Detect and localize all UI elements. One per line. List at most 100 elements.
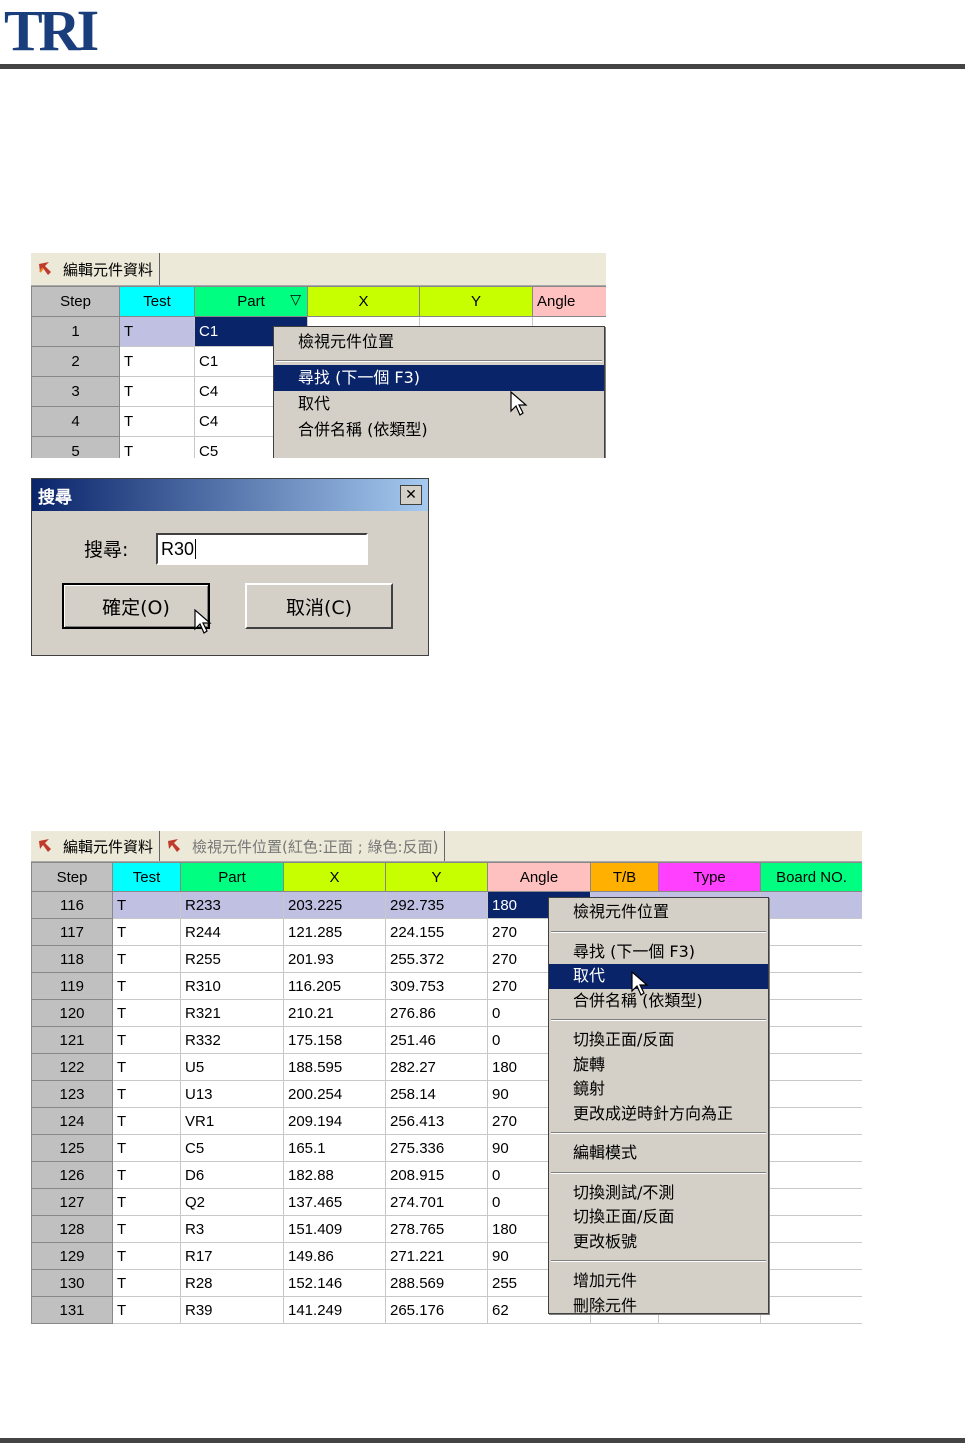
cell-x[interactable]: 182.88: [283, 1161, 386, 1189]
col-header[interactable]: Y: [385, 862, 488, 892]
cell-empty[interactable]: [760, 1296, 862, 1324]
col-header[interactable]: X: [283, 862, 386, 892]
cell-x[interactable]: 210.21: [283, 999, 386, 1027]
cell-step[interactable]: 4: [31, 406, 120, 437]
cell-step[interactable]: 5: [31, 436, 120, 458]
cell-empty[interactable]: [760, 1161, 862, 1189]
cell-test[interactable]: T: [119, 316, 195, 347]
cell-empty[interactable]: [760, 1269, 862, 1297]
cell-x[interactable]: 151.409: [283, 1215, 386, 1243]
cell-x[interactable]: 188.595: [283, 1053, 386, 1081]
col-header[interactable]: Type: [658, 862, 761, 892]
cell-y[interactable]: 224.155: [385, 918, 488, 946]
col-step[interactable]: Step: [31, 286, 120, 317]
cell-test[interactable]: T: [119, 376, 195, 407]
cell-test[interactable]: T: [112, 1269, 181, 1297]
cell-empty[interactable]: [760, 945, 862, 973]
cell-x[interactable]: 201.93: [283, 945, 386, 973]
cell-step[interactable]: 128: [31, 1215, 113, 1243]
menu-item[interactable]: 切換測試/不測: [549, 1181, 768, 1206]
cell-y[interactable]: 208.915: [385, 1161, 488, 1189]
cell-step[interactable]: 126: [31, 1161, 113, 1189]
cell-x[interactable]: 121.285: [283, 918, 386, 946]
cell-part[interactable]: R255: [180, 945, 284, 973]
cell-step[interactable]: 118: [31, 945, 113, 973]
cell-empty[interactable]: [760, 1080, 862, 1108]
menu-view-part-position[interactable]: 檢視元件位置: [274, 327, 604, 357]
cell-y[interactable]: 274.701: [385, 1188, 488, 1216]
cell-empty[interactable]: [760, 918, 862, 946]
cell-empty[interactable]: [760, 891, 862, 919]
cell-y[interactable]: 288.569: [385, 1269, 488, 1297]
menu-item[interactable]: 檢視元件位置: [549, 900, 768, 925]
cell-part[interactable]: R233: [180, 891, 284, 919]
cell-step[interactable]: 131: [31, 1296, 113, 1324]
menu-item[interactable]: 編輯模式: [549, 1141, 768, 1166]
cell-part[interactable]: R332: [180, 1026, 284, 1054]
cell-test[interactable]: T: [112, 1215, 181, 1243]
menu-item[interactable]: 鏡射: [549, 1077, 768, 1102]
cell-test[interactable]: T: [119, 346, 195, 377]
cell-step[interactable]: 123: [31, 1080, 113, 1108]
cell-test[interactable]: T: [112, 972, 181, 1000]
cell-test[interactable]: T: [112, 945, 181, 973]
cell-x[interactable]: 200.254: [283, 1080, 386, 1108]
cell-y[interactable]: 276.86: [385, 999, 488, 1027]
search-input[interactable]: R30: [156, 533, 368, 565]
col-y[interactable]: Y: [419, 286, 533, 317]
cell-step[interactable]: 121: [31, 1026, 113, 1054]
cell-step[interactable]: 130: [31, 1269, 113, 1297]
menu-item[interactable]: 更改成逆時針方向為正: [549, 1102, 768, 1127]
cell-test[interactable]: T: [112, 1053, 181, 1081]
col-angle[interactable]: Angle: [532, 286, 606, 317]
cell-part[interactable]: R244: [180, 918, 284, 946]
cell-step[interactable]: 122: [31, 1053, 113, 1081]
cell-test[interactable]: T: [112, 918, 181, 946]
menu-item[interactable]: 切換正面/反面: [549, 1205, 768, 1230]
cell-x[interactable]: 116.205: [283, 972, 386, 1000]
col-header[interactable]: Test: [112, 862, 181, 892]
cell-test[interactable]: T: [112, 1107, 181, 1135]
cell-y[interactable]: 265.176: [385, 1296, 488, 1324]
tab-edit-part-data[interactable]: 編輯元件資料: [31, 253, 161, 285]
ok-button[interactable]: 確定(O): [62, 583, 210, 629]
cell-y[interactable]: 278.765: [385, 1215, 488, 1243]
menu-item[interactable]: 取代: [549, 964, 768, 989]
cell-step[interactable]: 3: [31, 376, 120, 407]
cell-empty[interactable]: [760, 1134, 862, 1162]
cell-y[interactable]: 255.372: [385, 945, 488, 973]
cell-part[interactable]: U5: [180, 1053, 284, 1081]
menu-item[interactable]: 刪除元件: [549, 1294, 768, 1319]
cell-test[interactable]: T: [112, 1134, 181, 1162]
cell-part[interactable]: R310: [180, 972, 284, 1000]
cell-x[interactable]: 141.249: [283, 1296, 386, 1324]
tab-view-part-position[interactable]: 檢視元件位置(紅色:正面 ; 綠色:反面): [160, 831, 446, 861]
menu-item[interactable]: 切換正面/反面: [549, 1028, 768, 1053]
cell-step[interactable]: 117: [31, 918, 113, 946]
cell-y[interactable]: 271.221: [385, 1242, 488, 1270]
col-test[interactable]: Test: [119, 286, 195, 317]
cell-x[interactable]: 149.86: [283, 1242, 386, 1270]
cell-test[interactable]: T: [112, 999, 181, 1027]
cell-empty[interactable]: [760, 999, 862, 1027]
cell-y[interactable]: 282.27: [385, 1053, 488, 1081]
cell-test[interactable]: T: [112, 1080, 181, 1108]
cell-step[interactable]: 125: [31, 1134, 113, 1162]
col-header[interactable]: Part: [180, 862, 284, 892]
cell-step[interactable]: 2: [31, 346, 120, 377]
cell-step[interactable]: 129: [31, 1242, 113, 1270]
cell-step[interactable]: 127: [31, 1188, 113, 1216]
cell-test[interactable]: T: [112, 891, 181, 919]
col-part[interactable]: Part ▽: [194, 286, 308, 317]
menu-merge-names[interactable]: 合併名稱 (依類型): [274, 417, 604, 443]
cell-step[interactable]: 124: [31, 1107, 113, 1135]
menu-replace[interactable]: 取代: [274, 391, 604, 417]
cell-x[interactable]: 165.1: [283, 1134, 386, 1162]
cell-test[interactable]: T: [112, 1161, 181, 1189]
menu-find-next[interactable]: 尋找 (下一個 F3): [274, 365, 604, 391]
menu-item[interactable]: 增加元件: [549, 1269, 768, 1294]
cell-x[interactable]: 209.194: [283, 1107, 386, 1135]
cell-step[interactable]: 116: [31, 891, 113, 919]
cell-empty[interactable]: [760, 1188, 862, 1216]
cell-test[interactable]: T: [119, 406, 195, 437]
